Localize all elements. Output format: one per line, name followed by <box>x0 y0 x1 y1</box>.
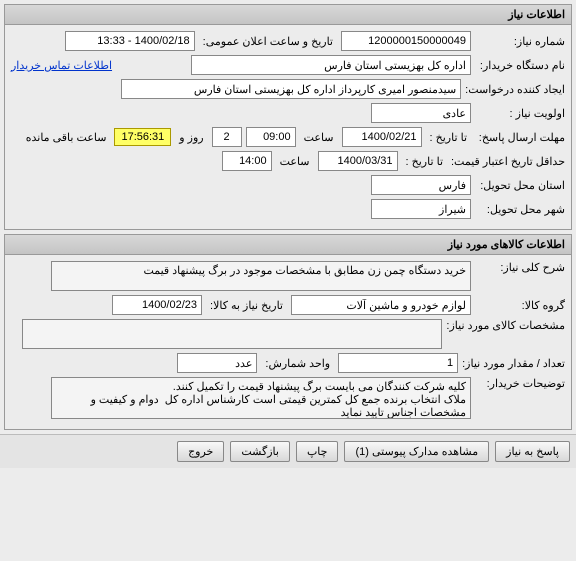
province-label: استان محل تحویل: <box>475 179 565 192</box>
min-credit-label: حداقل تاریخ اعتبار قیمت: <box>451 155 565 168</box>
view-attachments-button[interactable]: مشاهده مدارک پیوستی (1) <box>344 441 489 462</box>
org-field <box>191 55 471 75</box>
days-field <box>212 127 242 147</box>
notes-label: توضیحات خریدار: <box>475 377 565 390</box>
back-button[interactable]: بازگشت <box>230 441 290 462</box>
desc-field <box>51 261 471 291</box>
spec-label: مشخصات کالای مورد نیاز: <box>446 319 565 332</box>
notes-field <box>51 377 471 419</box>
print-button[interactable]: چاپ <box>296 441 339 462</box>
requester-field <box>121 79 461 99</box>
panel-need-info-body: شماره نیاز: تاریخ و ساعت اعلان عمومی: نا… <box>5 25 571 229</box>
button-bar: پاسخ به نیاز مشاهده مدارک پیوستی (1) چاپ… <box>0 434 576 468</box>
unit-label: واحد شمارش: <box>261 357 334 370</box>
min-credit-date-field <box>318 151 398 171</box>
need-no-label: شماره نیاز: <box>475 35 565 48</box>
deadline-to-label: تا تاریخ : <box>426 131 471 144</box>
need-no-field <box>341 31 471 51</box>
deadline-time-label: ساعت <box>300 131 338 144</box>
panel-goods-info-title: اطلاعات کالاهای مورد نیاز <box>5 235 571 255</box>
panel-goods-info-body: شرح کلی نیاز: گروه کالا: تاریخ نیاز به ک… <box>5 255 571 429</box>
min-credit-time-field <box>222 151 272 171</box>
province-field <box>371 175 471 195</box>
qty-label: تعداد / مقدار مورد نیاز: <box>462 357 565 370</box>
priority-field <box>371 103 471 123</box>
group-label: گروه کالا: <box>475 299 565 312</box>
min-credit-time-label: ساعت <box>276 155 314 168</box>
contact-link[interactable]: اطلاعات تماس خریدار <box>11 59 112 72</box>
min-credit-to-label: تا تاریخ : <box>402 155 447 168</box>
deadline-time-field <box>246 127 296 147</box>
desc-label: شرح کلی نیاز: <box>475 261 565 274</box>
deadline-label: مهلت ارسال پاسخ: <box>475 131 565 144</box>
panel-need-info-title: اطلاعات نیاز <box>5 5 571 25</box>
pub-dt-label: تاریخ و ساعت اعلان عمومی: <box>199 35 337 48</box>
unit-field <box>177 353 257 373</box>
remain-label: ساعت باقی مانده <box>22 131 111 144</box>
spec-field <box>22 319 442 349</box>
city-label: شهر محل تحویل: <box>475 203 565 216</box>
need-date-field <box>112 295 202 315</box>
reply-button[interactable]: پاسخ به نیاز <box>495 441 570 462</box>
need-date-label: تاریخ نیاز به کالا: <box>206 299 287 312</box>
days-label: روز و <box>175 131 207 144</box>
qty-field <box>338 353 458 373</box>
exit-button[interactable]: خروج <box>177 441 224 462</box>
org-label: نام دستگاه خریدار: <box>475 59 565 72</box>
pub-dt-field <box>65 31 195 51</box>
priority-label: اولویت نیاز : <box>475 107 565 120</box>
panel-need-info: اطلاعات نیاز شماره نیاز: تاریخ و ساعت اع… <box>4 4 572 230</box>
countdown-timer: 17:56:31 <box>114 128 171 146</box>
group-field <box>291 295 471 315</box>
panel-goods-info: اطلاعات کالاهای مورد نیاز شرح کلی نیاز: … <box>4 234 572 430</box>
deadline-date-field <box>342 127 422 147</box>
city-field <box>371 199 471 219</box>
requester-label: ایجاد کننده درخواست: <box>465 83 565 96</box>
